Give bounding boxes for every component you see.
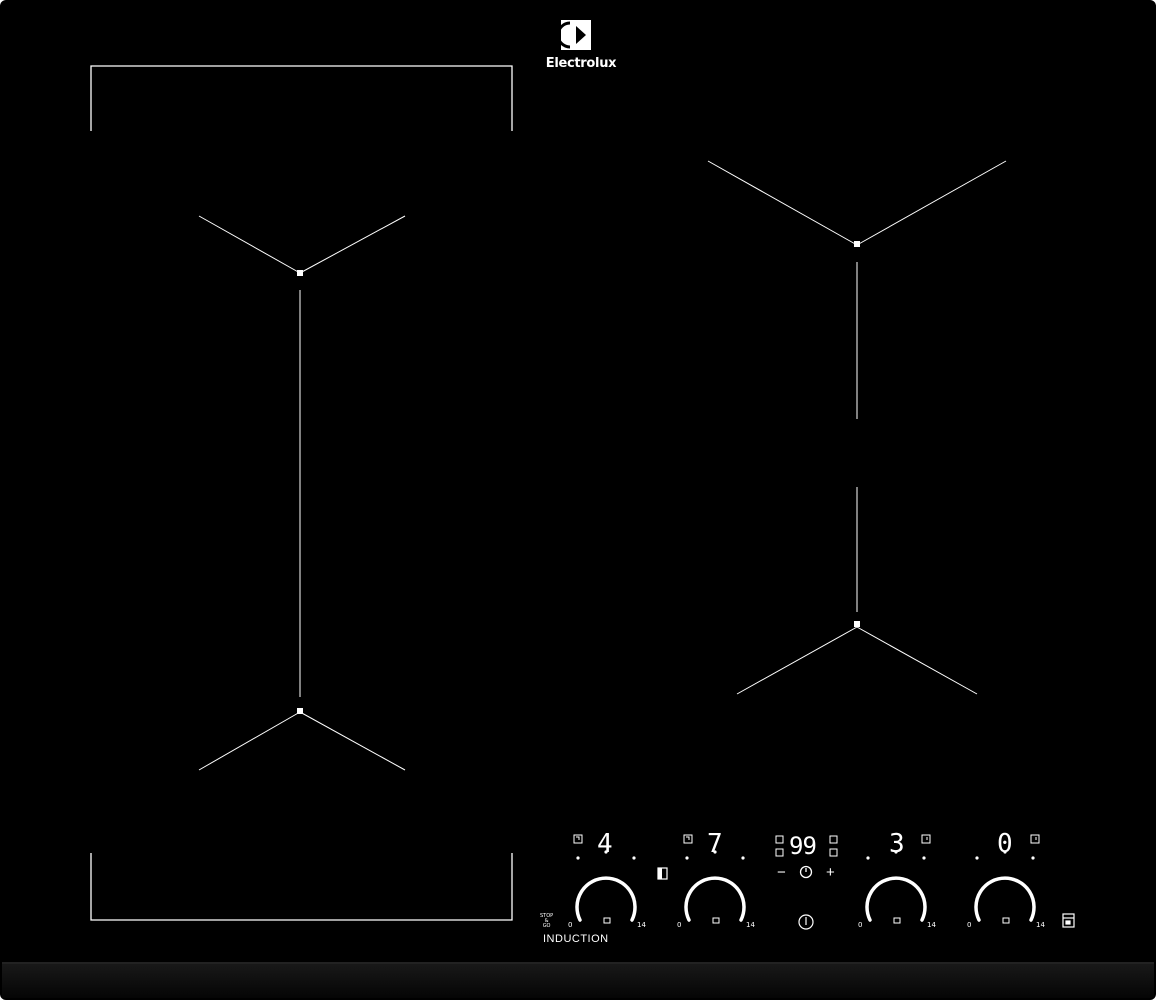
zone-2-scale-max: 14 — [746, 921, 755, 929]
zone-marker-dot — [297, 708, 303, 714]
zone-1-scale-max: 14 — [637, 921, 646, 929]
cooktop-glass — [0, 0, 1156, 1000]
brand-name: Electrolux — [545, 56, 617, 71]
stop-go-button[interactable]: STOP & GO — [540, 914, 553, 929]
zone-4-scale-min: 0 — [967, 921, 972, 929]
zone-3-power-display: 3 — [889, 829, 905, 859]
zone-4-power-slider[interactable] — [972, 862, 1038, 922]
zone-marker-dot — [854, 241, 860, 247]
zone-2-scale-min: 0 — [677, 921, 682, 929]
induction-label: INDUCTION — [543, 933, 609, 945]
zone-4-scale-max: 14 — [1036, 921, 1045, 929]
timer-display: 99 — [789, 832, 817, 860]
zone-2-power-slider[interactable] — [682, 862, 748, 922]
zone-3-scale-min: 0 — [858, 921, 863, 929]
timer-plus-button[interactable]: + — [826, 865, 835, 880]
zone-1-power-slider[interactable] — [573, 862, 639, 922]
zone-marker-dot — [297, 270, 303, 276]
timer-minus-button[interactable]: − — [777, 865, 786, 880]
zone-1-power-display: 4 — [597, 829, 613, 859]
zone-2-power-display: 7 — [707, 829, 723, 859]
electrolux-logo-icon — [556, 20, 591, 50]
zone-1-scale-min: 0 — [568, 921, 573, 929]
zone-4-power-display: 0 — [997, 829, 1013, 859]
zone-3-scale-max: 14 — [927, 921, 936, 929]
zone-3-power-slider[interactable] — [863, 862, 929, 922]
zone-marker-dot — [854, 621, 860, 627]
